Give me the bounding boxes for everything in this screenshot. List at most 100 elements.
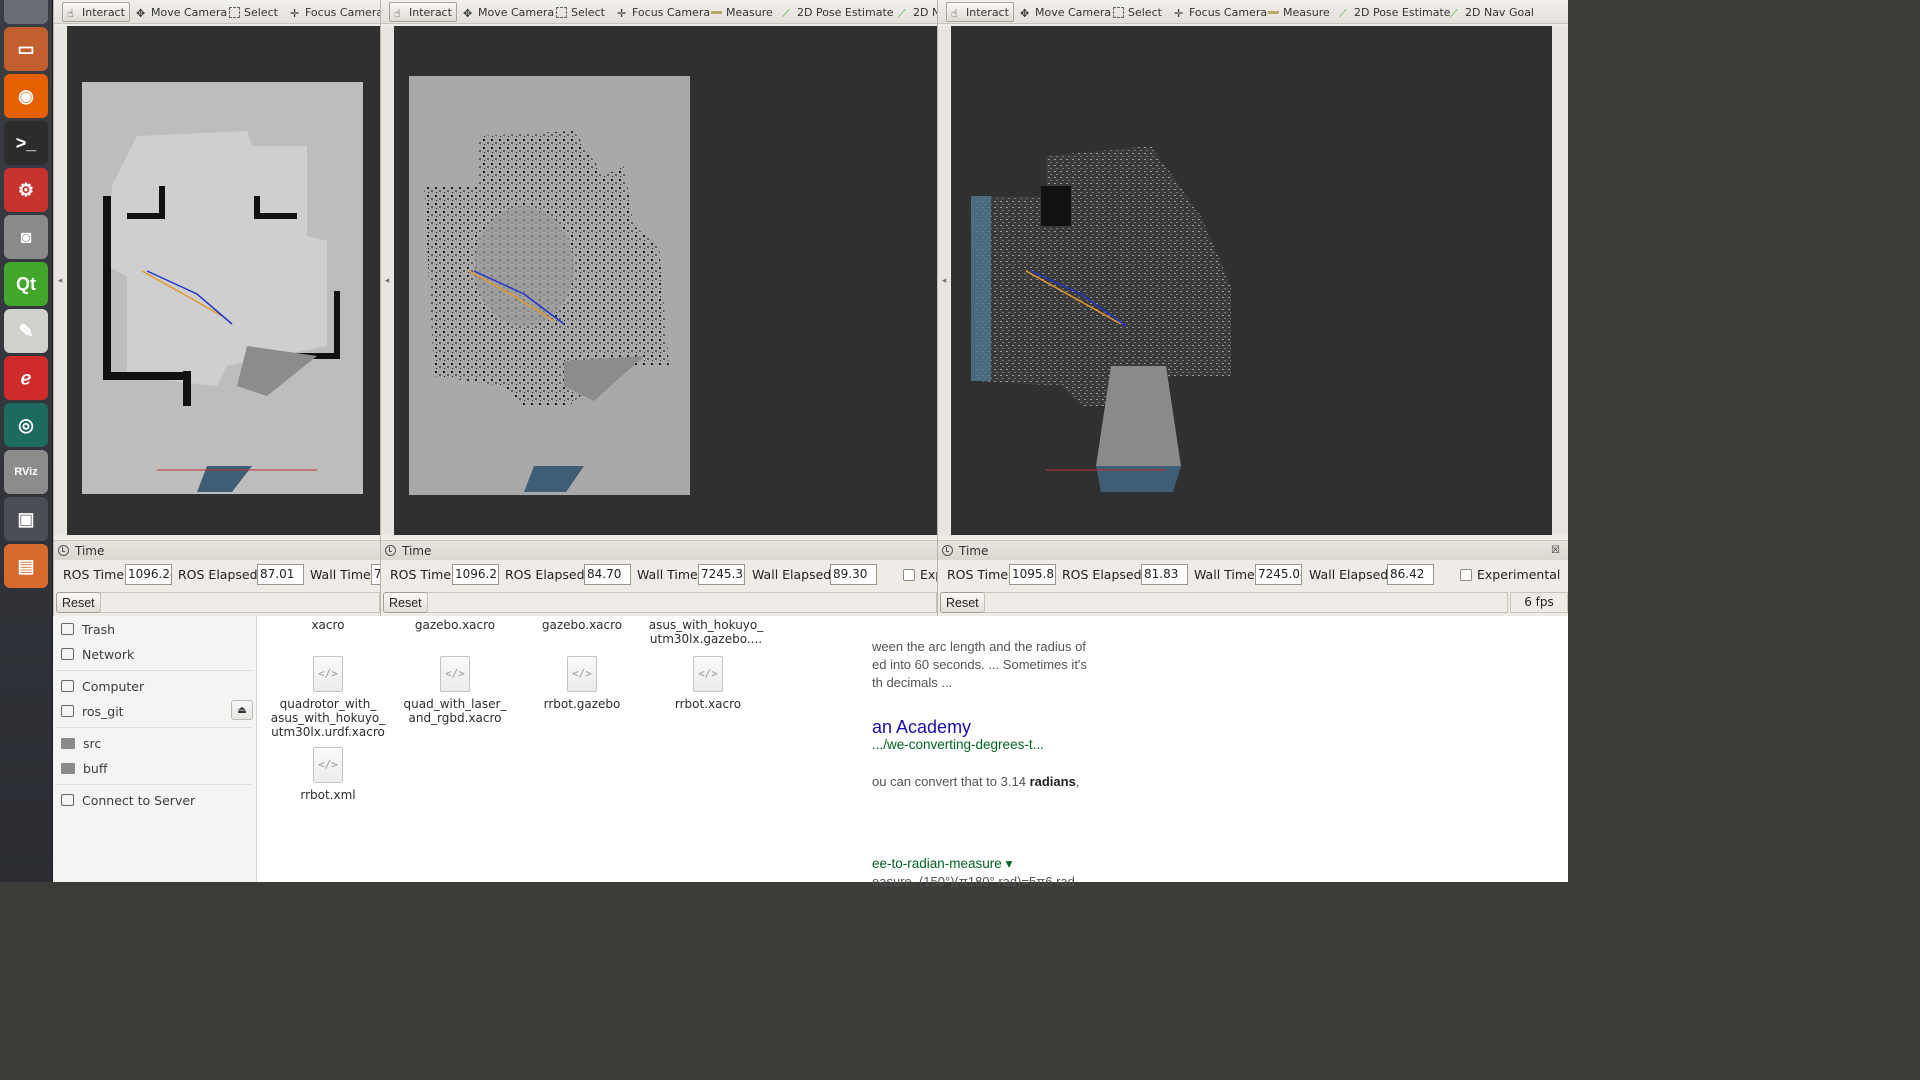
wall-elapsed-field[interactable]: 86.42 — [1387, 564, 1434, 585]
trash-icon — [61, 623, 74, 635]
rviz-toolbar: ☝ Interact ✥ Move Camera Select ✛ Focus Cam… — [938, 0, 1568, 24]
measure-tool[interactable]: Measure — [707, 2, 777, 22]
panel-splitter-right[interactable] — [1552, 26, 1568, 535]
rviz-icon[interactable]: RViz — [4, 450, 48, 494]
firefox-icon[interactable]: ◉ — [4, 74, 48, 118]
2d-pose-estimate-tool[interactable]: ⟋ 2D Pose Estimate — [1335, 2, 1455, 22]
panel-splitter-left[interactable]: ◂ — [54, 26, 66, 535]
hand-icon: ☝ — [951, 6, 958, 20]
ros-elapsed-field[interactable]: 84.70 — [584, 564, 631, 585]
focus-camera-tool[interactable]: ✛ Focus Camera — [286, 2, 380, 22]
2d-nav-goal-tool[interactable]: ⟋2D Nav — [894, 2, 937, 22]
reset-button[interactable]: Reset — [383, 592, 428, 613]
time-panel-header: Time ☒ — [938, 540, 1568, 560]
file-item[interactable]: gazebo.xacro — [395, 618, 515, 632]
terminal-icon[interactable]: >_ — [4, 121, 48, 165]
status-bar — [427, 592, 937, 613]
interact-tool[interactable]: ☝ Interact — [389, 2, 457, 22]
sidebar-item-ros-git[interactable]: ros_git — [61, 700, 124, 722]
time-panel: ROS Time: 1096.24 ROS Elapsed: 87.01 Wal… — [54, 562, 380, 588]
interact-tool[interactable]: ☝ Interact — [946, 2, 1014, 22]
text-editor-icon[interactable]: ✎ — [4, 309, 48, 353]
sidebar-item-src[interactable]: src — [61, 732, 101, 754]
search-result-url[interactable]: ee-to-radian-measure ▾ — [872, 856, 1012, 872]
file-item[interactable]: </> quadrotor_with_ asus_with_hokuyo_ utm… — [268, 656, 388, 739]
sidebar-item-computer[interactable]: Computer — [61, 675, 144, 697]
wall-time-field[interactable]: 7245.04 — [1255, 564, 1302, 585]
3d-viewport[interactable] — [394, 26, 937, 535]
wall-time-field[interactable]: 7245.30 — [698, 564, 745, 585]
server-icon — [61, 794, 74, 806]
sidebar-item-buff[interactable]: buff — [61, 757, 107, 779]
file-item[interactable]: gazebo.xacro — [522, 618, 642, 632]
reset-button[interactable]: Reset — [56, 592, 101, 613]
move-camera-tool[interactable]: ✥ Move Camera — [1016, 2, 1115, 22]
sidebar-item-connect-to-server[interactable]: Connect to Server — [61, 789, 195, 811]
select-icon — [556, 6, 567, 18]
search-snippet: easure. (150°)(π180° rad)=5π6 rad — [872, 874, 1075, 889]
gazebo-icon[interactable]: ◎ — [4, 403, 48, 447]
experimental-checkbox[interactable] — [1460, 569, 1472, 581]
file-item[interactable]: xacro — [268, 618, 388, 632]
move-camera-tool[interactable]: ✥ Move Camera — [459, 2, 558, 22]
file-item[interactable]: </> rrbot.xacro — [648, 656, 768, 711]
eject-button[interactable]: ⏏ — [231, 700, 253, 720]
3d-viewport[interactable] — [67, 26, 380, 535]
file-manager-window: Trash Network Computer ros_git ⏏ src buf… — [53, 614, 872, 882]
search-result-title[interactable]: an Academy — [872, 717, 971, 738]
select-tool[interactable]: Select — [552, 2, 609, 22]
computer-icon — [61, 680, 74, 692]
pdf-reader-icon[interactable]: ℯ — [4, 356, 48, 400]
ros-elapsed-field[interactable]: 87.01 — [257, 564, 304, 585]
network-icon — [61, 648, 74, 660]
ros-time-field[interactable]: 1096.24 — [125, 564, 172, 585]
2d-nav-goal-tool[interactable]: ⟋ 2D Nav Goal — [1446, 2, 1538, 22]
move-camera-tool[interactable]: ✥ Move Camera — [132, 2, 231, 22]
folder-icon — [61, 737, 75, 749]
screenshot-icon[interactable]: ◙ — [4, 215, 48, 259]
file-item[interactable]: </> rrbot.gazebo — [522, 656, 642, 711]
experimental-checkbox[interactable] — [903, 569, 915, 581]
measure-tool[interactable]: Measure — [1264, 2, 1334, 22]
ros-time-field[interactable]: 1096.23 — [452, 564, 499, 585]
close-panel-icon[interactable]: ☒ — [1551, 545, 1560, 556]
move-icon: ✥ — [136, 6, 146, 20]
search-snippet: ween the arc length and the radius of ed… — [872, 639, 1087, 690]
hand-icon: ☝ — [67, 6, 74, 20]
panel-splitter-left[interactable]: ◂ — [938, 26, 950, 535]
drive-icon — [61, 705, 74, 717]
sidebar-item-trash[interactable]: Trash — [61, 618, 115, 640]
qt-creator-icon[interactable]: Qt — [4, 262, 48, 306]
file-grid: xacro gazebo.xacro gazebo.xacro asus_wit… — [258, 614, 872, 882]
workspaces-icon[interactable]: ▣ — [4, 497, 48, 541]
select-tool[interactable]: Select — [225, 2, 282, 22]
ros-time-field[interactable]: 1095.83 — [1009, 564, 1056, 585]
panel-splitter-left[interactable]: ◂ — [381, 26, 393, 535]
sidebar-item-network[interactable]: Network — [61, 643, 134, 665]
wall-time-field[interactable]: 7245.30 — [371, 564, 380, 585]
file-item[interactable]: </> quad_with_laser_ and_rgbd.xacro — [395, 656, 515, 725]
files-icon[interactable]: ▭ — [4, 27, 48, 71]
2d-pose-estimate-tool[interactable]: ⟋ 2D Pose Estimate — [778, 2, 898, 22]
file-item[interactable]: asus_with_hokuyo_ utm30lx.gazebo.... — [646, 618, 766, 646]
xml-file-icon: </> — [313, 747, 343, 783]
xml-file-icon: </> — [440, 656, 470, 692]
select-icon — [229, 6, 240, 18]
file-item[interactable]: </> rrbot.xml — [268, 747, 388, 802]
system-settings-icon[interactable]: ⚙ — [4, 168, 48, 212]
interact-tool[interactable]: ☝ Interact — [62, 2, 130, 22]
file-manager-icon[interactable]: ▤ — [4, 544, 48, 588]
wall-elapsed-field[interactable]: 89.30 — [830, 564, 877, 585]
crosshair-icon: ✛ — [1174, 6, 1184, 20]
green-arrow-icon: ⟋ — [782, 6, 790, 20]
focus-camera-tool[interactable]: ✛ Focus Camera — [613, 2, 714, 22]
ros-elapsed-field[interactable]: 81.83 — [1141, 564, 1188, 585]
3d-viewport[interactable] — [951, 26, 1552, 535]
select-tool[interactable]: Select — [1109, 2, 1166, 22]
reset-button[interactable]: Reset — [940, 592, 985, 613]
clock-icon — [942, 545, 953, 556]
dash-icon[interactable] — [4, 0, 48, 24]
focus-camera-tool[interactable]: ✛ Focus Camera — [1170, 2, 1271, 22]
search-result-url[interactable]: .../we-converting-degrees-t... — [872, 737, 1044, 752]
xml-file-icon: </> — [567, 656, 597, 692]
